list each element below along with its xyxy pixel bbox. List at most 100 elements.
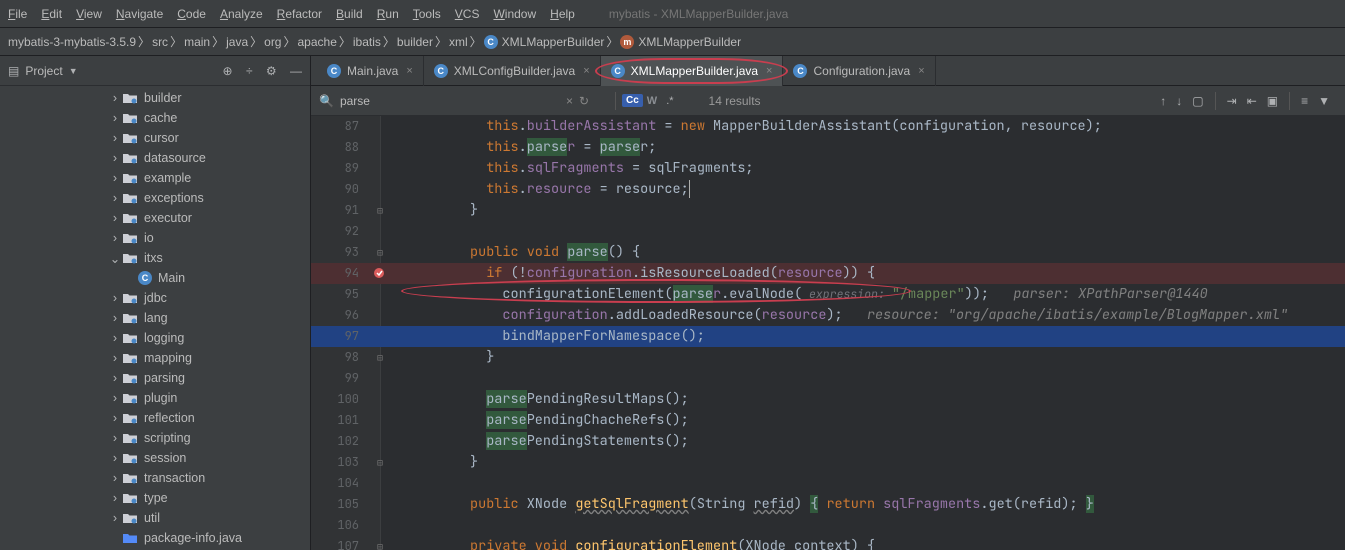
- code-text[interactable]: parsePendingResultMaps();: [389, 389, 689, 410]
- code-text[interactable]: }: [389, 347, 494, 368]
- menu-edit[interactable]: Edit: [41, 7, 62, 21]
- code-text[interactable]: [389, 221, 454, 242]
- filter-icon[interactable]: ≡: [1301, 94, 1308, 108]
- tree-item-scripting[interactable]: ›scripting: [0, 428, 310, 448]
- code-line[interactable]: 89 this.sqlFragments = sqlFragments;: [311, 158, 1345, 179]
- tree-item-parsing[interactable]: ›parsing: [0, 368, 310, 388]
- code-line[interactable]: 102 parsePendingStatements();: [311, 431, 1345, 452]
- expand-icon[interactable]: ⌄: [108, 251, 122, 266]
- select-all-occurrences-icon[interactable]: ▣: [1267, 94, 1278, 108]
- prev-match-icon[interactable]: ↑: [1160, 94, 1166, 108]
- tree-item-builder[interactable]: ›builder: [0, 88, 310, 108]
- select-opened-file-icon[interactable]: ⊕: [223, 64, 233, 78]
- expand-icon[interactable]: ›: [108, 371, 122, 385]
- breadcrumb-item[interactable]: main: [182, 35, 212, 49]
- code-text[interactable]: parsePendingChacheRefs();: [389, 410, 689, 431]
- tree-item-cursor[interactable]: ›cursor: [0, 128, 310, 148]
- tree-item-itxs[interactable]: ⌄itxs: [0, 248, 310, 268]
- code-line[interactable]: 88 this.parser = parser;: [311, 137, 1345, 158]
- expand-icon[interactable]: ›: [108, 391, 122, 405]
- code-text[interactable]: this.parser = parser;: [389, 137, 656, 158]
- close-tab-icon[interactable]: ×: [583, 65, 589, 77]
- code-text[interactable]: }: [389, 200, 478, 221]
- tree-item-io[interactable]: ›io: [0, 228, 310, 248]
- breadcrumb-item[interactable]: mXMLMapperBuilder: [618, 35, 743, 49]
- tree-item-package-info-java[interactable]: package-info.java: [0, 528, 310, 548]
- breadcrumb-item[interactable]: builder: [395, 35, 435, 49]
- close-tab-icon[interactable]: ×: [406, 65, 412, 77]
- expand-icon[interactable]: ›: [108, 111, 122, 125]
- tree-item-jdbc[interactable]: ›jdbc: [0, 288, 310, 308]
- regex-toggle[interactable]: .*: [666, 95, 673, 107]
- menu-tools[interactable]: Tools: [413, 7, 441, 21]
- fold-icon[interactable]: ⊟: [371, 200, 389, 221]
- expand-all-icon[interactable]: ÷: [246, 64, 253, 78]
- expand-icon[interactable]: ›: [108, 351, 122, 365]
- fold-icon[interactable]: ⊟: [371, 242, 389, 263]
- tree-item-example[interactable]: ›example: [0, 168, 310, 188]
- menu-refactor[interactable]: Refactor: [277, 7, 322, 21]
- expand-icon[interactable]: ›: [108, 211, 122, 225]
- code-text[interactable]: [389, 473, 454, 494]
- fold-icon[interactable]: ⊟: [371, 452, 389, 473]
- expand-icon[interactable]: ›: [108, 151, 122, 165]
- menu-run[interactable]: Run: [377, 7, 399, 21]
- code-text[interactable]: this.sqlFragments = sqlFragments;: [389, 158, 754, 179]
- expand-icon[interactable]: ›: [108, 91, 122, 105]
- search-input[interactable]: [340, 94, 560, 108]
- breadcrumb-item[interactable]: CXMLMapperBuilder: [482, 35, 607, 49]
- tab-configuration-java[interactable]: CConfiguration.java×: [783, 56, 935, 86]
- gear-icon[interactable]: ⚙: [266, 64, 277, 78]
- code-line[interactable]: 96 configuration.addLoadedResource(resou…: [311, 305, 1345, 326]
- expand-icon[interactable]: ›: [108, 451, 122, 465]
- code-text[interactable]: }: [389, 452, 478, 473]
- tab-xmlconfigbuilder-java[interactable]: CXMLConfigBuilder.java×: [424, 56, 601, 86]
- code-line[interactable]: 104: [311, 473, 1345, 494]
- words-toggle[interactable]: W: [647, 95, 657, 107]
- breadcrumb-item[interactable]: mybatis-3-mybatis-3.5.9: [6, 35, 138, 49]
- fold-icon[interactable]: ⊟: [371, 347, 389, 368]
- code-text[interactable]: configuration.addLoadedResource(resource…: [389, 305, 1288, 326]
- code-line[interactable]: 97 bindMapperForNamespace();: [311, 326, 1345, 347]
- code-line[interactable]: 100 parsePendingResultMaps();: [311, 389, 1345, 410]
- expand-icon[interactable]: ›: [108, 291, 122, 305]
- code-line[interactable]: 93⊟ public void parse() {: [311, 242, 1345, 263]
- code-line[interactable]: 98⊟ }: [311, 347, 1345, 368]
- menu-file[interactable]: File: [8, 7, 27, 21]
- menu-vcs[interactable]: VCS: [455, 7, 480, 21]
- code-text[interactable]: this.resource = resource;: [389, 179, 690, 200]
- tree-item-datasource[interactable]: ›datasource: [0, 148, 310, 168]
- add-selection-icon[interactable]: ⇥: [1227, 94, 1237, 108]
- close-tab-icon[interactable]: ×: [918, 65, 924, 77]
- menu-window[interactable]: Window: [493, 7, 536, 21]
- code-line[interactable]: 92: [311, 221, 1345, 242]
- tree-item-mapping[interactable]: ›mapping: [0, 348, 310, 368]
- code-line[interactable]: 101 parsePendingChacheRefs();: [311, 410, 1345, 431]
- tree-item-transaction[interactable]: ›transaction: [0, 468, 310, 488]
- code-text[interactable]: bindMapperForNamespace();: [389, 326, 705, 347]
- tree-item-lang[interactable]: ›lang: [0, 308, 310, 328]
- breadcrumb-item[interactable]: java: [224, 35, 250, 49]
- code-text[interactable]: [389, 368, 454, 389]
- code-line[interactable]: 99: [311, 368, 1345, 389]
- menu-code[interactable]: Code: [177, 7, 206, 21]
- expand-icon[interactable]: ›: [108, 471, 122, 485]
- code-text[interactable]: public XNode getSqlFragment(String refid…: [389, 494, 1094, 515]
- code-editor[interactable]: 87 this.builderAssistant = new MapperBui…: [311, 116, 1345, 550]
- code-text[interactable]: public void parse() {: [389, 242, 640, 263]
- code-line[interactable]: 103⊟ }: [311, 452, 1345, 473]
- tree-item-reflection[interactable]: ›reflection: [0, 408, 310, 428]
- code-text[interactable]: if (!configuration.isResourceLoaded(reso…: [389, 263, 875, 284]
- expand-icon[interactable]: ›: [108, 511, 122, 525]
- tab-xmlmapperbuilder-java[interactable]: CXMLMapperBuilder.java×: [601, 56, 784, 86]
- dropdown-icon[interactable]: ▼: [69, 66, 78, 76]
- code-line[interactable]: 90 this.resource = resource;: [311, 179, 1345, 200]
- tree-item-plugin[interactable]: ›plugin: [0, 388, 310, 408]
- expand-icon[interactable]: ›: [108, 131, 122, 145]
- menu-build[interactable]: Build: [336, 7, 363, 21]
- search-history-icon[interactable]: ↻: [579, 94, 589, 108]
- menu-navigate[interactable]: Navigate: [116, 7, 163, 21]
- close-tab-icon[interactable]: ×: [766, 65, 772, 77]
- tree-item-main[interactable]: CMain: [0, 268, 310, 288]
- menu-help[interactable]: Help: [550, 7, 575, 21]
